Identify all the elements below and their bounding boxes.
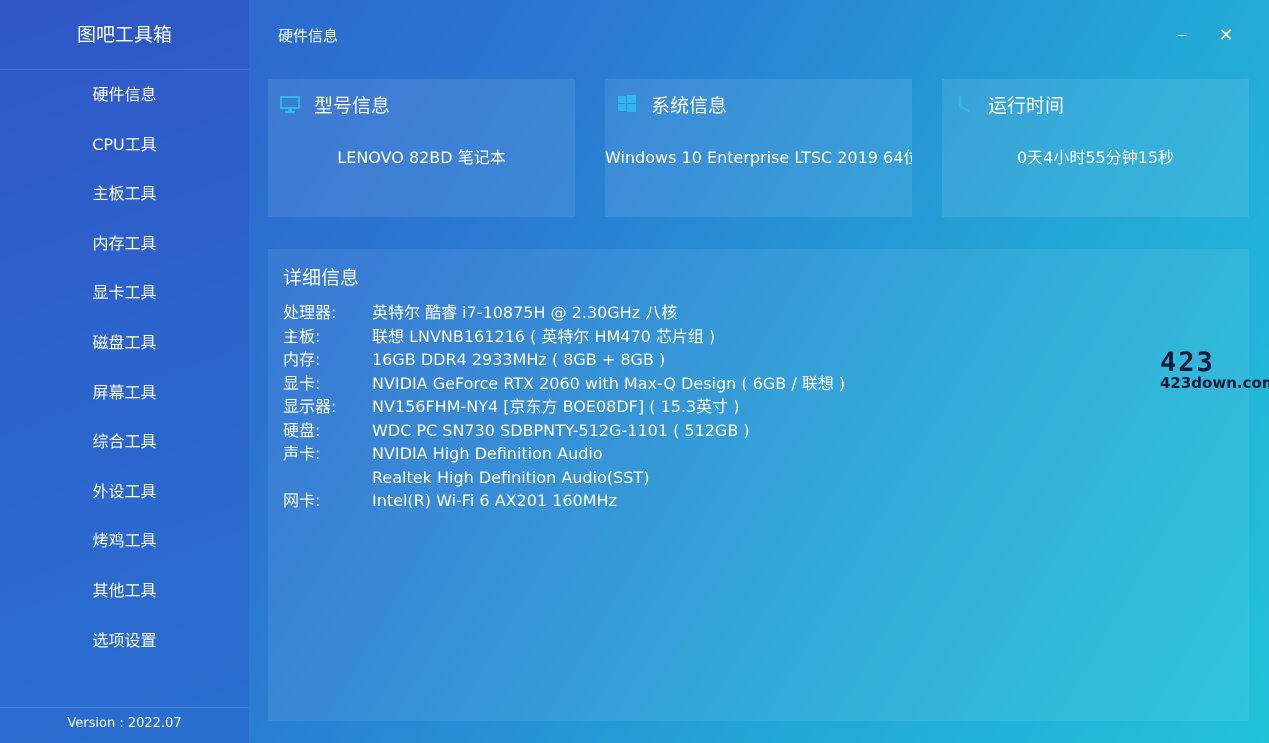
sidebar-item-screen-tools[interactable]: 屏幕工具 <box>0 368 249 418</box>
sidebar-item-stress-tools[interactable]: 烤鸡工具 <box>0 516 249 566</box>
monitor-icon <box>280 94 300 114</box>
row-label: 硬盘: <box>283 420 321 440</box>
row-label: 处理器: <box>283 303 337 322</box>
sidebar-item-motherboard-tools[interactable]: 主板工具 <box>0 169 249 219</box>
site-watermark: 423 423down.com <box>1160 347 1269 397</box>
row-value: Realtek High Definition Audio(SST) <box>372 467 650 487</box>
row-value: WDC PC SN730 SDBPNTY-512G-1101 ( 512GB ) <box>372 420 750 440</box>
row-label: 声卡: <box>283 444 321 463</box>
system-info-card: 系统信息 Windows 10 Enterprise LTSC 2019 64位 <box>605 79 912 217</box>
card-header: 型号信息 <box>280 91 390 117</box>
detail-row-cpu: 处理器: 英特尔 酷睿 i7-10875H @ 2.30GHz 八核 <box>283 301 845 325</box>
sidebar-nav: 硬件信息 CPU工具 主板工具 内存工具 显卡工具 磁盘工具 屏幕工具 综合工具… <box>0 70 249 665</box>
row-value: Intel(R) Wi-Fi 6 AX201 160MHz <box>372 491 617 510</box>
model-value: LENOVO 82BD 笔记本 <box>337 148 506 167</box>
minimize-icon: － <box>1175 29 1188 43</box>
system-value: Windows 10 Enterprise LTSC 2019 64位 <box>605 148 912 167</box>
row-label: 显卡: <box>283 373 321 393</box>
detail-row-memory: 内存: 16GB DDR4 2933MHz ( 8GB + 8GB ) <box>283 348 845 372</box>
row-label: 主板: <box>283 326 321 346</box>
card-title: 运行时间 <box>988 94 1065 117</box>
windows-icon <box>617 94 637 114</box>
sidebar: 图吧工具箱 硬件信息 CPU工具 主板工具 内存工具 显卡工具 磁盘工具 屏幕工… <box>0 0 249 743</box>
uptime-value: 0天4小时55分钟15秒 <box>1016 148 1175 167</box>
sidebar-item-memory-tools[interactable]: 内存工具 <box>0 219 249 269</box>
detail-row-gpu: 显卡: NVIDIA GeForce RTX 2060 with Max-Q D… <box>283 372 845 396</box>
row-value: NV156FHM-NY4 [京东方 BOE08DF] ( 15.3英寸 ) <box>372 397 740 416</box>
watermark-number: 423 <box>1160 347 1215 378</box>
sidebar-item-settings[interactable]: 选项设置 <box>0 616 249 666</box>
detail-title: 详细信息 <box>283 267 360 289</box>
model-info-card: 型号信息 LENOVO 82BD 笔记本 <box>268 79 575 217</box>
detail-row-network: 网卡: Intel(R) Wi-Fi 6 AX201 160MHz <box>283 489 845 513</box>
minimize-button[interactable]: － <box>1170 25 1194 49</box>
sidebar-item-gpu-tools[interactable]: 显卡工具 <box>0 268 249 318</box>
row-label <box>283 466 372 490</box>
card-header: 系统信息 <box>617 91 727 117</box>
sidebar-item-disk-tools[interactable]: 磁盘工具 <box>0 318 249 368</box>
row-value: NVIDIA High Definition Audio <box>372 444 603 463</box>
detail-panel: 详细信息 处理器: 英特尔 酷睿 i7-10875H @ 2.30GHz 八核 … <box>268 249 1249 721</box>
uptime-card: 运行时间 0天4小时55分钟15秒 <box>942 79 1249 217</box>
sidebar-item-peripheral-tools[interactable]: 外设工具 <box>0 467 249 517</box>
detail-row-audio: 声卡: NVIDIA High Definition Audio <box>283 442 845 466</box>
row-label: 网卡: <box>283 491 321 510</box>
row-value: NVIDIA GeForce RTX 2060 with Max-Q Desig… <box>372 373 846 393</box>
row-value: 英特尔 酷睿 i7-10875H @ 2.30GHz 八核 <box>372 303 678 322</box>
card-title: 系统信息 <box>651 94 728 117</box>
detail-row-disk: 硬盘: WDC PC SN730 SDBPNTY-512G-1101 ( 512… <box>283 419 845 443</box>
row-label: 内存: <box>283 350 321 369</box>
sidebar-item-hardware-info[interactable]: 硬件信息 <box>0 70 249 120</box>
detail-row-display: 显示器: NV156FHM-NY4 [京东方 BOE08DF] ( 15.3英寸… <box>283 395 845 419</box>
detail-row-audio-2: Realtek High Definition Audio(SST) <box>283 466 845 490</box>
detail-list: 处理器: 英特尔 酷睿 i7-10875H @ 2.30GHz 八核 主板: 联… <box>283 301 845 513</box>
row-value: 16GB DDR4 2933MHz ( 8GB + 8GB ) <box>372 350 666 369</box>
page-title: 硬件信息 <box>278 27 339 45</box>
sidebar-item-cpu-tools[interactable]: CPU工具 <box>0 120 249 170</box>
divider <box>0 707 249 708</box>
sidebar-item-other-tools[interactable]: 其他工具 <box>0 566 249 616</box>
close-icon: ✕ <box>1218 25 1234 46</box>
close-button[interactable]: ✕ <box>1214 25 1238 49</box>
clock-hand-icon <box>954 94 974 114</box>
watermark-domain: 423down.com <box>1160 374 1269 392</box>
sidebar-item-general-tools[interactable]: 综合工具 <box>0 417 249 467</box>
card-title: 型号信息 <box>314 94 391 117</box>
row-label: 显示器: <box>283 397 337 416</box>
card-header: 运行时间 <box>954 91 1064 117</box>
app-title: 图吧工具箱 <box>76 24 172 46</box>
version-label: Version : 2022.07 <box>67 716 182 731</box>
detail-row-motherboard: 主板: 联想 LNVNB161216 ( 英特尔 HM470 芯片组 ) <box>283 325 845 349</box>
row-value: 联想 LNVNB161216 ( 英特尔 HM470 芯片组 ) <box>372 326 716 346</box>
